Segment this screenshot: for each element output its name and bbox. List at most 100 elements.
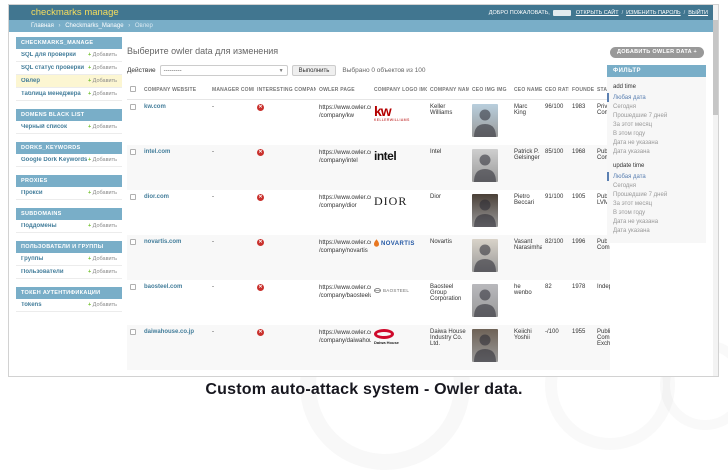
plus-icon: +	[88, 256, 91, 262]
column-header[interactable]: COMPANY WEBSITE	[141, 81, 209, 100]
sidebar-item-label[interactable]: Прокси	[21, 190, 43, 196]
scrollbar[interactable]	[713, 5, 718, 376]
sidebar-item-google-dork-keywords[interactable]: Google Dork Keywords+ Добавить	[16, 154, 122, 167]
filter-option[interactable]: Любая дата	[607, 93, 706, 102]
run-action-button[interactable]: Выполнить	[292, 65, 337, 76]
sidebar-item-label[interactable]: SQL статус проверки	[21, 65, 84, 71]
sidebar-add-subdomains[interactable]: + Добавить	[88, 223, 117, 229]
row-checkbox[interactable]	[130, 194, 136, 200]
sidebar-section-title: ТОКЕН АУТЕНТИФИКАЦИИ	[16, 287, 122, 299]
owler-url-line2: /company/kw	[319, 112, 368, 120]
filter-option[interactable]: За этот месяц	[607, 120, 706, 129]
baosteel-mark-icon	[374, 288, 381, 294]
filter-option[interactable]: Дата не указана	[607, 217, 706, 226]
row-checkbox[interactable]	[130, 284, 136, 290]
sidebar-add-sql-check[interactable]: + Добавить	[88, 52, 117, 58]
logout-link[interactable]: ВЫЙТИ	[688, 10, 708, 16]
company-website-link[interactable]: baosteel.com	[144, 284, 182, 290]
filter-option[interactable]: Прошедшие 7 дней	[607, 190, 706, 199]
row-checkbox[interactable]	[130, 104, 136, 110]
filter-option[interactable]: Дата указана	[607, 147, 706, 156]
sidebar-item-label[interactable]: Google Dork Keywords	[21, 157, 87, 163]
company-website-link[interactable]: novartis.com	[144, 239, 181, 245]
sidebar-item-subdomains[interactable]: Поддомены + Добавить	[16, 220, 122, 233]
sidebar-add-owler[interactable]: + Добавить	[88, 78, 117, 84]
filter-option[interactable]: Дата не указана	[607, 138, 706, 147]
plus-icon: +	[88, 223, 91, 229]
filter-option[interactable]: За этот месяц	[607, 199, 706, 208]
column-header[interactable]: OWLER PAGE	[316, 81, 371, 100]
sidebar-add-groups[interactable]: + Добавить	[88, 256, 117, 262]
sidebar-add-black-list[interactable]: + Добавить	[88, 124, 117, 130]
sidebar-add-proxy[interactable]: + Добавить	[88, 190, 117, 196]
site-title[interactable]: checkmarks manage	[31, 7, 119, 18]
sidebar-item-label[interactable]: Tokens	[21, 302, 42, 308]
filter-option[interactable]: Сегодня	[607, 102, 706, 111]
sidebar-item-label[interactable]: Поддомены	[21, 223, 57, 229]
filter-option[interactable]: Дата указана	[607, 226, 706, 235]
company-website-link[interactable]: intel.com	[144, 149, 170, 155]
add-owler-data-button[interactable]: ДОБАВИТЬ OWLER DATA +	[610, 47, 704, 58]
company-website-cell: intel.com	[141, 145, 209, 190]
select-all-checkbox[interactable]	[130, 86, 136, 92]
filter-option[interactable]: В этом году	[607, 129, 706, 138]
username-redacted	[553, 10, 571, 16]
view-site-link[interactable]: ОТКРЫТЬ САЙТ	[576, 10, 619, 16]
filter-option[interactable]: Любая дата	[607, 172, 706, 181]
sidebar-item-label[interactable]: Таблица менеджера	[21, 91, 81, 97]
sidebar-item-label[interactable]: Черный список	[21, 124, 67, 130]
sidebar-add-users[interactable]: + Добавить	[88, 269, 117, 275]
breadcrumb-home[interactable]: Главная	[31, 23, 54, 29]
sidebar-item-proxy[interactable]: Прокси + Добавить	[16, 187, 122, 200]
sidebar-item-label[interactable]: Пользователи	[21, 269, 64, 275]
column-header[interactable]: INTERESTING COMPANY	[254, 81, 316, 100]
sidebar-module: SUBDOMAINSПоддомены+ Добавить	[16, 208, 122, 233]
company-website-cell: daiwahouse.co.jp	[141, 325, 209, 370]
sidebar-add-manager-table[interactable]: + Добавить	[88, 91, 117, 97]
sidebar-item-sql-check[interactable]: SQL для проверки + Добавить	[16, 49, 122, 62]
filter-option[interactable]: В этом году	[607, 208, 706, 217]
column-header[interactable]: FOUNDED	[569, 81, 594, 100]
row-checkbox[interactable]	[130, 329, 136, 335]
sidebar-item-users[interactable]: Пользователи + Добавить	[16, 266, 122, 279]
sidebar-add-tokens[interactable]: + Добавить	[88, 302, 117, 308]
company-website-link[interactable]: daiwahouse.co.jp	[144, 329, 194, 335]
company-logo-cell: DIOR	[371, 190, 427, 235]
ceo-name-cell: Vasant Narasimhan	[511, 235, 542, 280]
ceo-name-cell: Marc King	[511, 100, 542, 145]
column-header[interactable]: COMPANY LOGO IMG	[371, 81, 427, 100]
sidebar-item-sql-status-check[interactable]: SQL статус проверки + Добавить	[16, 62, 122, 75]
row-checkbox[interactable]	[130, 239, 136, 245]
owler-url-line2: /company/dior	[319, 202, 368, 210]
sidebar-item-label[interactable]: SQL для проверки	[21, 52, 76, 58]
scrollbar-thumb[interactable]	[713, 20, 718, 115]
sidebar-item-groups[interactable]: Группы + Добавить	[16, 253, 122, 266]
row-checkbox[interactable]	[130, 149, 136, 155]
owler-page-cell: https://www.owler.com/company/intel	[316, 145, 371, 190]
ceo-rating-cell: 96/100	[542, 100, 569, 145]
sidebar-item-label[interactable]: Группы	[21, 256, 43, 262]
filter-option[interactable]: Сегодня	[607, 181, 706, 190]
column-header[interactable]: CEO NAME	[511, 81, 542, 100]
action-select[interactable]: --------- ▼	[160, 65, 288, 76]
sidebar-item-owler[interactable]: Овлер + Добавить	[16, 75, 122, 88]
column-header[interactable]: MANAGER COMMENT	[209, 81, 254, 100]
ceo-rating-cell: 82/100	[542, 235, 569, 280]
sidebar-item-tokens[interactable]: Tokens + Добавить	[16, 299, 122, 312]
sidebar-add-sql-status-check[interactable]: + Добавить	[88, 65, 117, 71]
sidebar-item-manager-table[interactable]: Таблица менеджера + Добавить	[16, 88, 122, 101]
column-header[interactable]: CEO IMG IMG	[469, 81, 511, 100]
column-header[interactable]: COMPANY NAME	[427, 81, 469, 100]
filter-option[interactable]: Прошедшие 7 дней	[607, 111, 706, 120]
interesting-company-cell: ✕	[254, 280, 316, 325]
sidebar-item-black-list[interactable]: Черный список + Добавить	[16, 121, 122, 134]
company-website-link[interactable]: dior.com	[144, 194, 169, 200]
owler-page-cell: https://www.owler.com/company/kw	[316, 100, 371, 145]
column-header[interactable]: CEO RATING	[542, 81, 569, 100]
company-website-link[interactable]: kw.com	[144, 104, 166, 110]
breadcrumb-app[interactable]: Checkmarks_Manage	[65, 23, 123, 29]
sidebar-add-google-dork-keywords[interactable]: + Добавить	[88, 157, 117, 163]
change-password-link[interactable]: ИЗМЕНИТЬ ПАРОЛЬ	[626, 10, 681, 16]
sidebar-item-label[interactable]: Овлер	[21, 78, 40, 84]
sidebar-module: DOMENS BLACK LISTЧерный список+ Добавить	[16, 109, 122, 134]
